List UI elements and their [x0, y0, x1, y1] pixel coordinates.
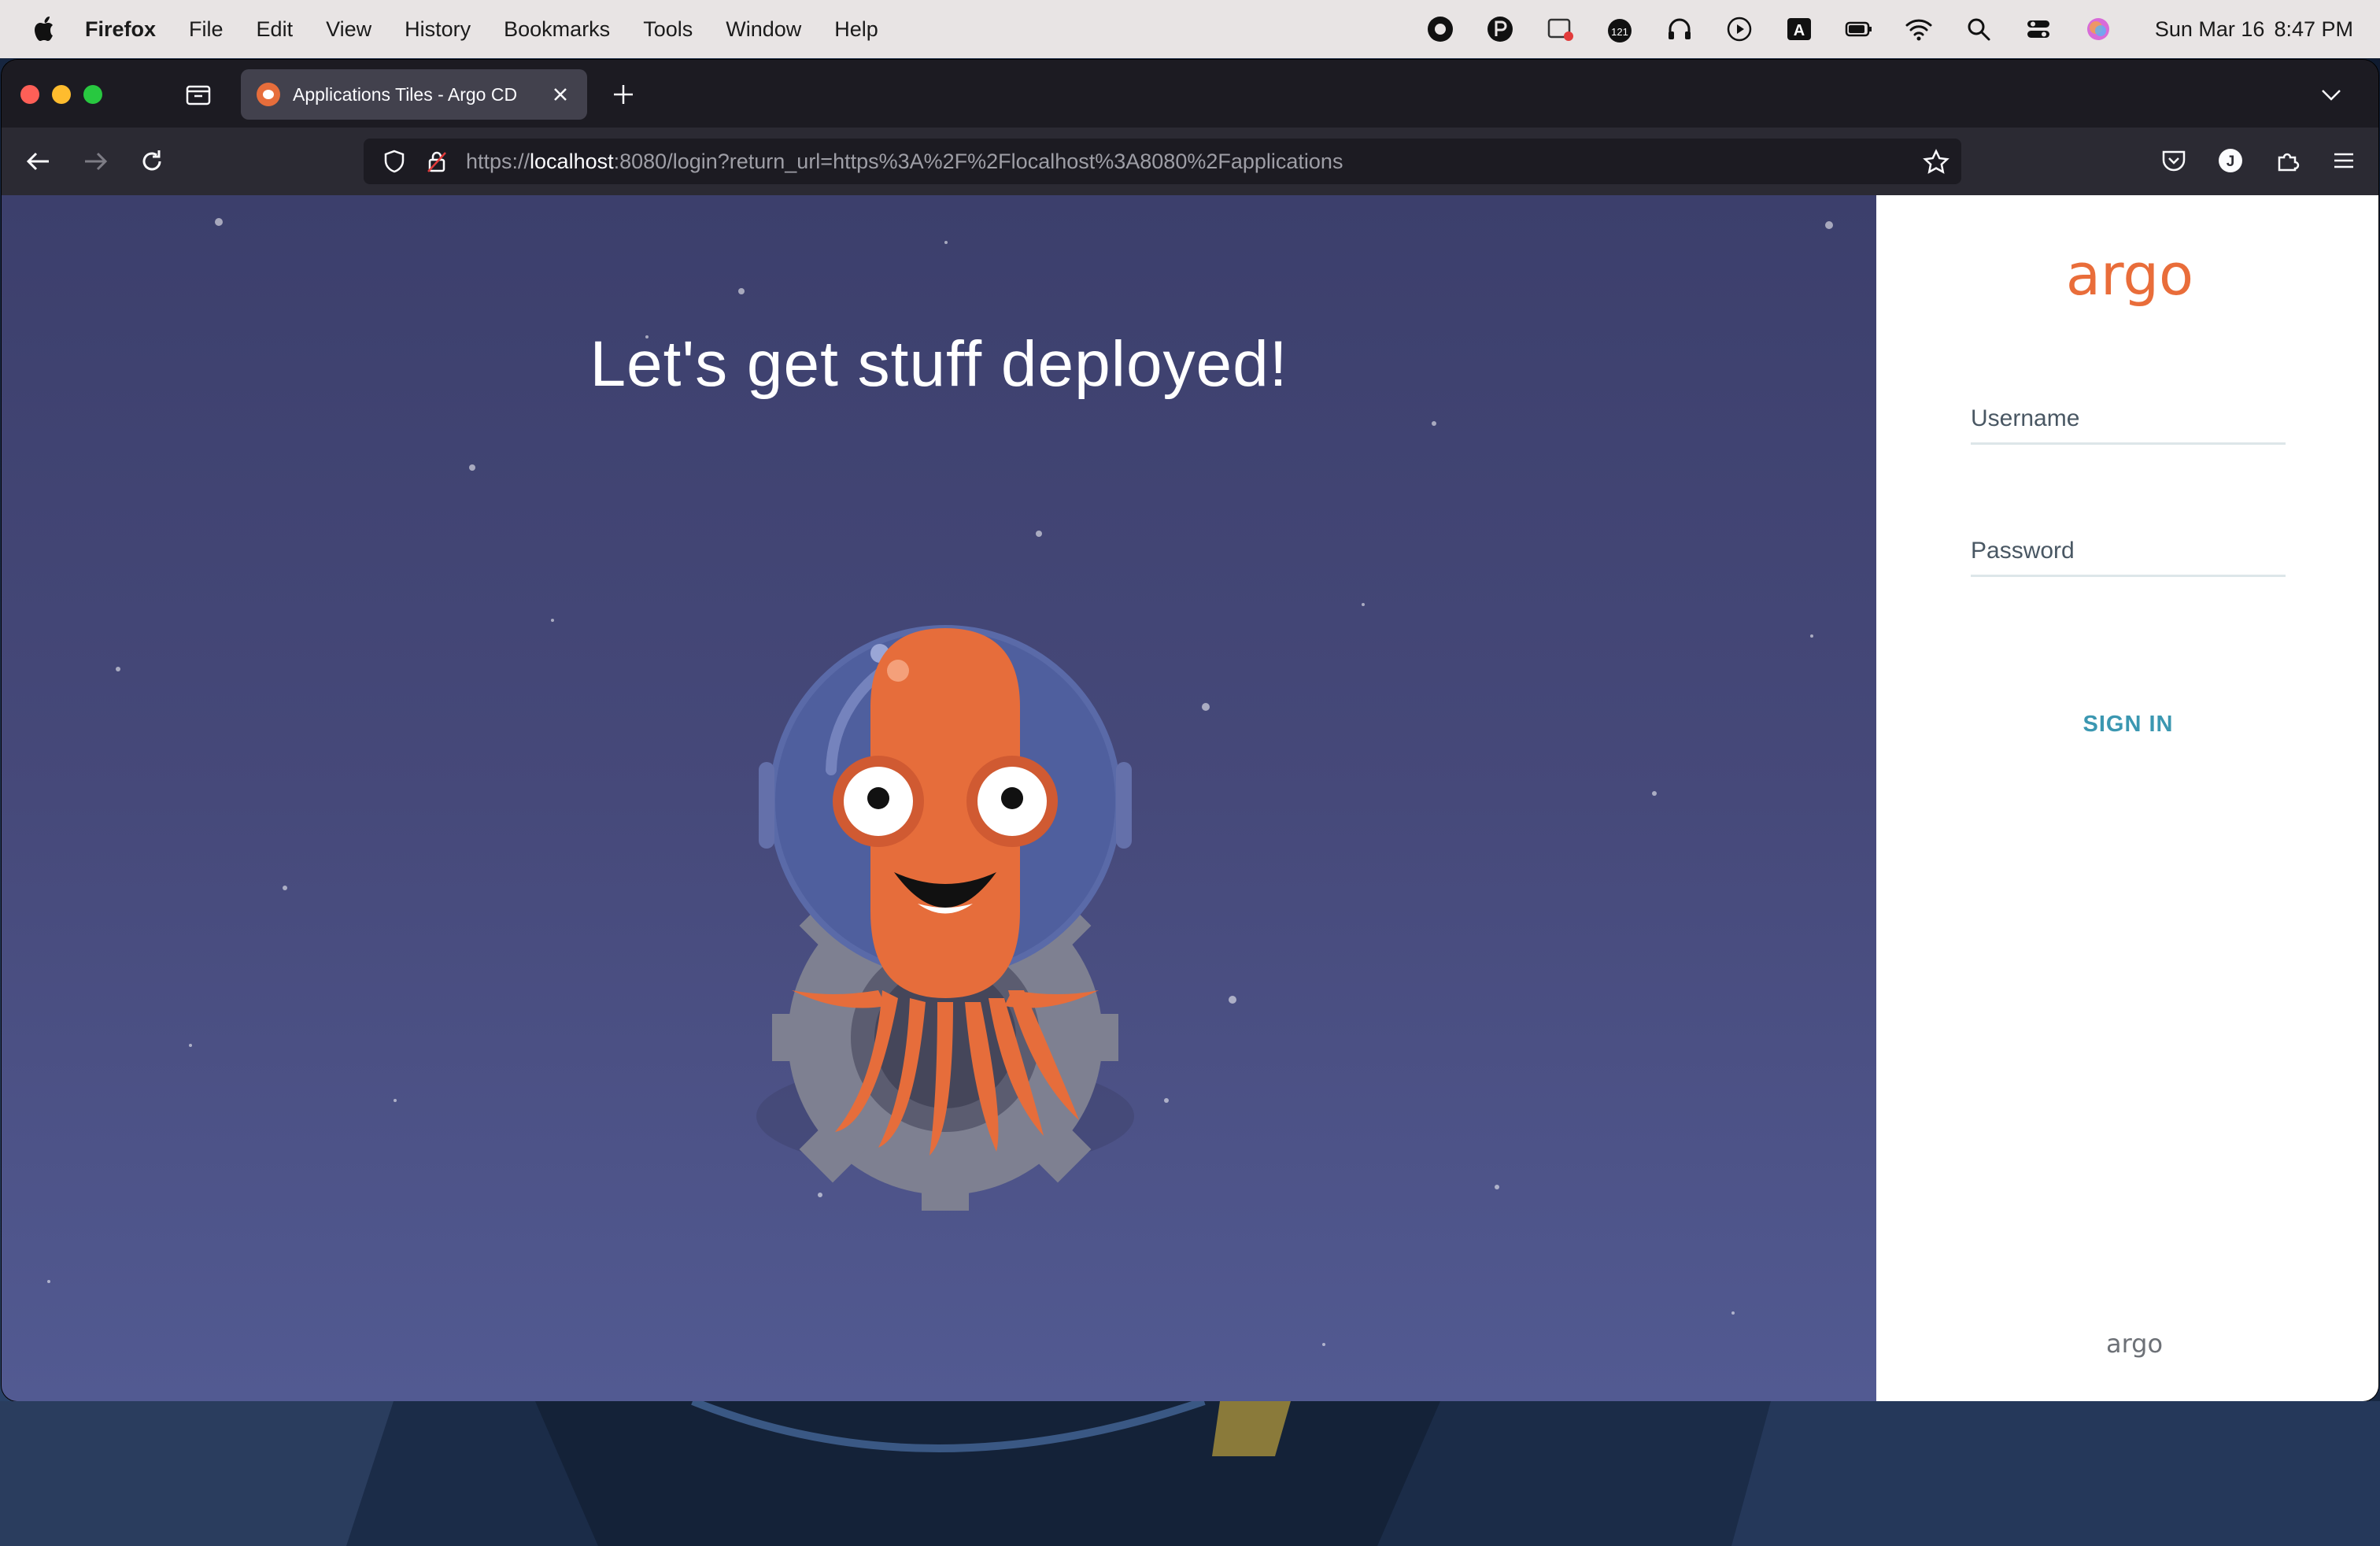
- url-host: localhost: [530, 149, 614, 173]
- list-all-tabs-chevron-icon[interactable]: [2315, 79, 2347, 110]
- firefox-window: Applications Tiles - Argo CD https://loc…: [2, 60, 2378, 1401]
- menu-view[interactable]: View: [326, 17, 371, 42]
- menu-bookmarks[interactable]: Bookmarks: [504, 17, 610, 42]
- menu-bar-clock[interactable]: Sun Mar 16 8:47 PM: [2145, 17, 2353, 42]
- cloud-badge-icon[interactable]: 121: [1604, 13, 1635, 45]
- sign-in-button[interactable]: SIGN IN: [1971, 701, 2286, 748]
- svg-text:A: A: [1794, 22, 1805, 39]
- argo-footer-logo: argo: [2106, 1329, 2163, 1359]
- argo-octopus-mascot-illustration: [756, 625, 1134, 1211]
- reload-icon[interactable]: [135, 145, 168, 178]
- tab-close-icon[interactable]: [549, 83, 571, 105]
- hamburger-menu-icon[interactable]: [2328, 145, 2360, 176]
- clock-time: 8:47 PM: [2274, 17, 2353, 41]
- username-field: [1971, 395, 2286, 445]
- window-close-button[interactable]: [20, 85, 39, 104]
- headphones-icon[interactable]: [1664, 13, 1695, 45]
- record-icon[interactable]: [1425, 13, 1456, 45]
- apple-menu-icon[interactable]: [31, 14, 58, 44]
- svg-text:121: 121: [1611, 26, 1628, 38]
- app-p-icon[interactable]: [1484, 13, 1516, 45]
- menu-history[interactable]: History: [405, 17, 471, 42]
- window-minimize-button[interactable]: [52, 85, 71, 104]
- input-source-icon[interactable]: A: [1783, 13, 1815, 45]
- desktop-wallpaper: [0, 1401, 2380, 1546]
- menu-firefox[interactable]: Firefox: [85, 17, 156, 42]
- battery-icon[interactable]: [1843, 13, 1875, 45]
- svg-text:argo: argo: [2066, 249, 2193, 308]
- siri-icon[interactable]: [2082, 13, 2114, 45]
- grid-status-icon[interactable]: [1544, 13, 1576, 45]
- argo-favicon-icon: [257, 83, 280, 106]
- url-scheme: https://: [466, 149, 530, 173]
- url-bar[interactable]: https://localhost:8080/login?return_url=…: [364, 139, 1961, 184]
- spotlight-search-icon[interactable]: [1963, 13, 1994, 45]
- argo-logo: argo: [2066, 249, 2193, 308]
- firefox-view-icon[interactable]: [183, 79, 214, 110]
- hero-panel: Let's get stuff deployed!: [2, 195, 1876, 1401]
- argo-login-page: Let's get stuff deployed! argo Username …: [2, 195, 2378, 1401]
- username-input[interactable]: [1971, 395, 2286, 445]
- bookmark-star-icon[interactable]: [1922, 148, 1950, 176]
- menu-bar-status-area: 121 A Sun Mar 16 8:47 PM: [1396, 0, 2353, 58]
- hero-title: Let's get stuff deployed!: [589, 328, 1288, 400]
- window-zoom-button[interactable]: [83, 85, 102, 104]
- menu-file[interactable]: File: [189, 17, 224, 42]
- clock-date: Sun Mar 16: [2154, 17, 2265, 41]
- account-avatar-icon[interactable]: J: [2215, 145, 2246, 176]
- new-tab-plus-icon[interactable]: [608, 79, 639, 110]
- tab-argo-cd[interactable]: Applications Tiles - Argo CD: [241, 69, 587, 120]
- password-field: [1971, 527, 2286, 577]
- menu-help[interactable]: Help: [834, 17, 878, 42]
- svg-text:argo: argo: [2106, 1329, 2163, 1359]
- control-center-icon[interactable]: [2023, 13, 2054, 45]
- url-text[interactable]: https://localhost:8080/login?return_url=…: [466, 150, 1343, 174]
- menu-window[interactable]: Window: [726, 17, 801, 42]
- forward-arrow-icon[interactable]: [79, 145, 112, 178]
- extensions-puzzle-icon[interactable]: [2271, 145, 2303, 176]
- login-panel: argo SIGN IN argo: [1876, 195, 2378, 1401]
- tab-title: Applications Tiles - Argo CD: [293, 83, 518, 105]
- navigation-toolbar: https://localhost:8080/login?return_url=…: [2, 128, 2378, 195]
- pocket-icon[interactable]: [2158, 145, 2190, 176]
- password-input[interactable]: [1971, 527, 2286, 577]
- wifi-icon[interactable]: [1903, 13, 1935, 45]
- tab-strip: Applications Tiles - Argo CD: [2, 60, 2378, 128]
- menu-tools[interactable]: Tools: [643, 17, 693, 42]
- svg-text:J: J: [2227, 153, 2235, 170]
- back-arrow-icon[interactable]: [22, 145, 55, 178]
- menu-edit[interactable]: Edit: [257, 17, 294, 42]
- insecure-lock-icon[interactable]: [423, 148, 450, 175]
- macos-menu-bar: Firefox File Edit View History Bookmarks…: [0, 0, 2380, 58]
- url-path: :8080/login?return_url=https%3A%2F%2Floc…: [613, 149, 1343, 173]
- tracking-protection-shield-icon[interactable]: [381, 148, 408, 175]
- play-icon[interactable]: [1724, 13, 1755, 45]
